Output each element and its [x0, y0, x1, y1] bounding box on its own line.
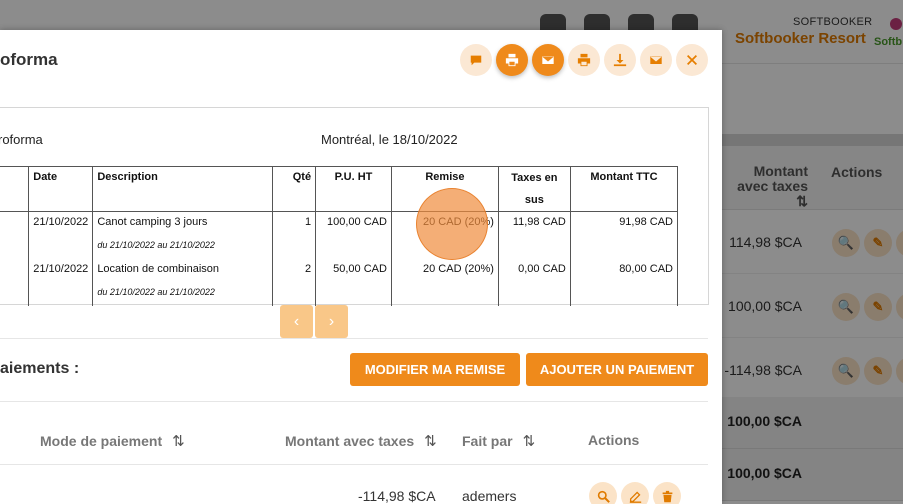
click-indicator — [416, 188, 488, 260]
document-preview: roforma Montréal, le 18/10/2022 Date Des… — [0, 107, 709, 306]
delete-payment-button[interactable] — [653, 482, 681, 504]
modal-header-actions — [460, 44, 708, 76]
document-title: roforma — [0, 132, 43, 147]
mail-icon — [649, 55, 663, 65]
invoice-line: 21/10/2022 Canot camping 3 jours 1 100,0… — [0, 211, 679, 235]
invoice-line: 21/10/2022 Location de combinaison 2 50,… — [0, 258, 679, 282]
edit-icon — [629, 491, 641, 503]
print-button[interactable] — [496, 44, 528, 76]
invoice-header-row: Date Description Qté P.U. HT Remise Taxe… — [0, 166, 679, 212]
line-taxes: 0,00 CAD — [497, 258, 571, 282]
payments-title: aiements : — [0, 360, 80, 377]
trash-icon — [662, 490, 672, 502]
col-taxes: Taxes en sus — [497, 166, 571, 212]
email-button-2[interactable] — [640, 44, 672, 76]
edit-payment-button[interactable] — [621, 482, 649, 504]
sort-icon[interactable]: ⇅ — [424, 433, 437, 450]
mail-icon — [541, 55, 555, 65]
comment-icon — [470, 55, 482, 66]
line-qty: 2 — [271, 258, 317, 282]
line-period: du 21/10/2022 au 21/10/2022 — [92, 234, 273, 259]
print-button-2[interactable] — [568, 44, 600, 76]
col-total: Montant TTC — [569, 166, 679, 212]
document-pager: ‹ › — [280, 305, 348, 338]
modal-title: oforma — [0, 50, 58, 69]
line-total: 91,98 CAD — [569, 211, 679, 235]
prev-page-button[interactable]: ‹ — [280, 305, 313, 338]
divider — [0, 464, 708, 465]
zoom-icon — [597, 490, 610, 503]
line-description: Location de combinaison — [92, 258, 273, 282]
col-payment-by[interactable]: Fait par ⇅ — [462, 432, 535, 450]
email-button[interactable] — [532, 44, 564, 76]
line-total: 80,00 CAD — [569, 258, 679, 282]
comment-button[interactable] — [460, 44, 492, 76]
line-unit-price: 50,00 CAD — [315, 258, 392, 282]
col-payment-amount[interactable]: Montant avec taxes ⇅ — [285, 432, 437, 450]
add-payment-button[interactable]: AJOUTER UN PAIEMENT — [526, 353, 708, 386]
col-date: Date — [28, 166, 94, 212]
line-discount: 20 CAD (20%) — [390, 258, 499, 282]
line-period: du 21/10/2022 au 21/10/2022 — [92, 281, 273, 306]
proforma-modal: oforma roforma Montréal, le 18/10/2022 D… — [0, 30, 722, 504]
line-date: 21/10/2022 — [28, 211, 94, 235]
download-icon — [613, 53, 627, 67]
col-qty: Qté — [271, 166, 317, 212]
col-unit-price: P.U. HT — [315, 166, 392, 212]
divider — [0, 401, 708, 402]
invoice-line-period: du 21/10/2022 au 21/10/2022 — [0, 234, 679, 259]
print-icon — [577, 53, 591, 67]
divider — [0, 338, 708, 339]
print-icon — [505, 53, 519, 67]
download-button[interactable] — [604, 44, 636, 76]
next-page-button[interactable]: › — [315, 305, 348, 338]
col-description: Description — [92, 166, 273, 212]
line-unit-price: 100,00 CAD — [315, 211, 392, 235]
close-button[interactable] — [676, 44, 708, 76]
close-icon — [687, 55, 697, 65]
invoice-table: Date Description Qté P.U. HT Remise Taxe… — [0, 166, 679, 306]
line-date: 21/10/2022 — [28, 258, 94, 282]
line-qty: 1 — [271, 211, 317, 235]
line-description: Canot camping 3 jours — [92, 211, 273, 235]
invoice-line-period: du 21/10/2022 au 21/10/2022 — [0, 281, 679, 306]
line-taxes: 11,98 CAD — [497, 211, 571, 235]
document-place-date: Montréal, le 18/10/2022 — [321, 132, 458, 147]
payment-amount: -114,98 $CA — [358, 488, 436, 504]
col-payment-actions: Actions — [588, 432, 640, 448]
col-blank — [0, 166, 30, 212]
view-payment-button[interactable] — [589, 482, 617, 504]
col-payment-mode[interactable]: Mode de paiement ⇅ — [40, 432, 185, 450]
payment-by: ademers — [462, 488, 517, 504]
sort-icon[interactable]: ⇅ — [523, 433, 536, 450]
sort-icon[interactable]: ⇅ — [172, 433, 185, 450]
modify-discount-button[interactable]: MODIFIER MA REMISE — [350, 353, 520, 386]
